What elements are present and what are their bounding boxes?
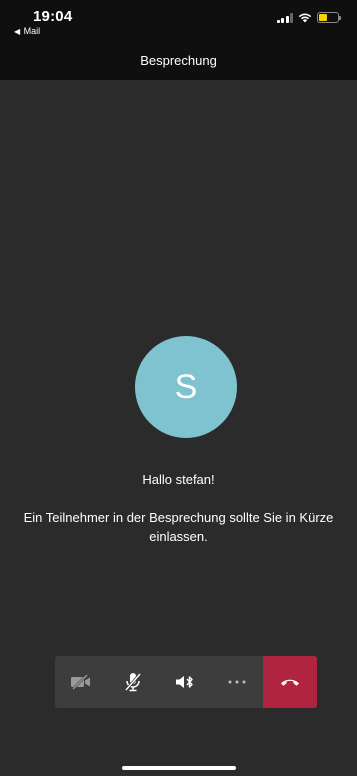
phone-hangup-icon bbox=[281, 679, 299, 686]
battery-icon bbox=[317, 12, 341, 23]
status-time: 19:04 bbox=[33, 8, 73, 25]
more-options-button[interactable] bbox=[211, 656, 263, 708]
cellular-signal-icon bbox=[276, 12, 293, 23]
greeting-text: Hallo stefan! bbox=[142, 472, 215, 487]
teams-meeting-lobby-screen: 19:04 ◀ Mail Besprechung S Hallo stefan!… bbox=[0, 0, 357, 776]
speaker-bluetooth-icon bbox=[176, 676, 193, 688]
status-icons bbox=[276, 12, 341, 23]
call-controls-bar bbox=[55, 656, 317, 708]
ellipsis-icon bbox=[228, 680, 246, 684]
avatar: S bbox=[135, 336, 237, 438]
wifi-icon bbox=[298, 13, 312, 23]
mute-button[interactable] bbox=[107, 656, 159, 708]
video-off-icon bbox=[71, 674, 90, 690]
mic-off-icon bbox=[124, 673, 142, 692]
back-to-mail-link[interactable]: ◀ Mail bbox=[14, 26, 40, 36]
hang-up-button[interactable] bbox=[263, 656, 317, 708]
back-app-label: Mail bbox=[23, 26, 41, 36]
camera-off-button[interactable] bbox=[55, 656, 107, 708]
home-indicator[interactable] bbox=[122, 766, 236, 770]
back-arrow-icon: ◀ bbox=[14, 27, 21, 36]
avatar-initial: S bbox=[174, 367, 198, 406]
page-title: Besprechung bbox=[140, 53, 217, 68]
top-bar: 19:04 ◀ Mail Besprechung bbox=[0, 0, 357, 80]
lobby-message: Ein Teilnehmer in der Besprechung sollte… bbox=[23, 510, 334, 544]
speaker-button[interactable] bbox=[159, 656, 211, 708]
